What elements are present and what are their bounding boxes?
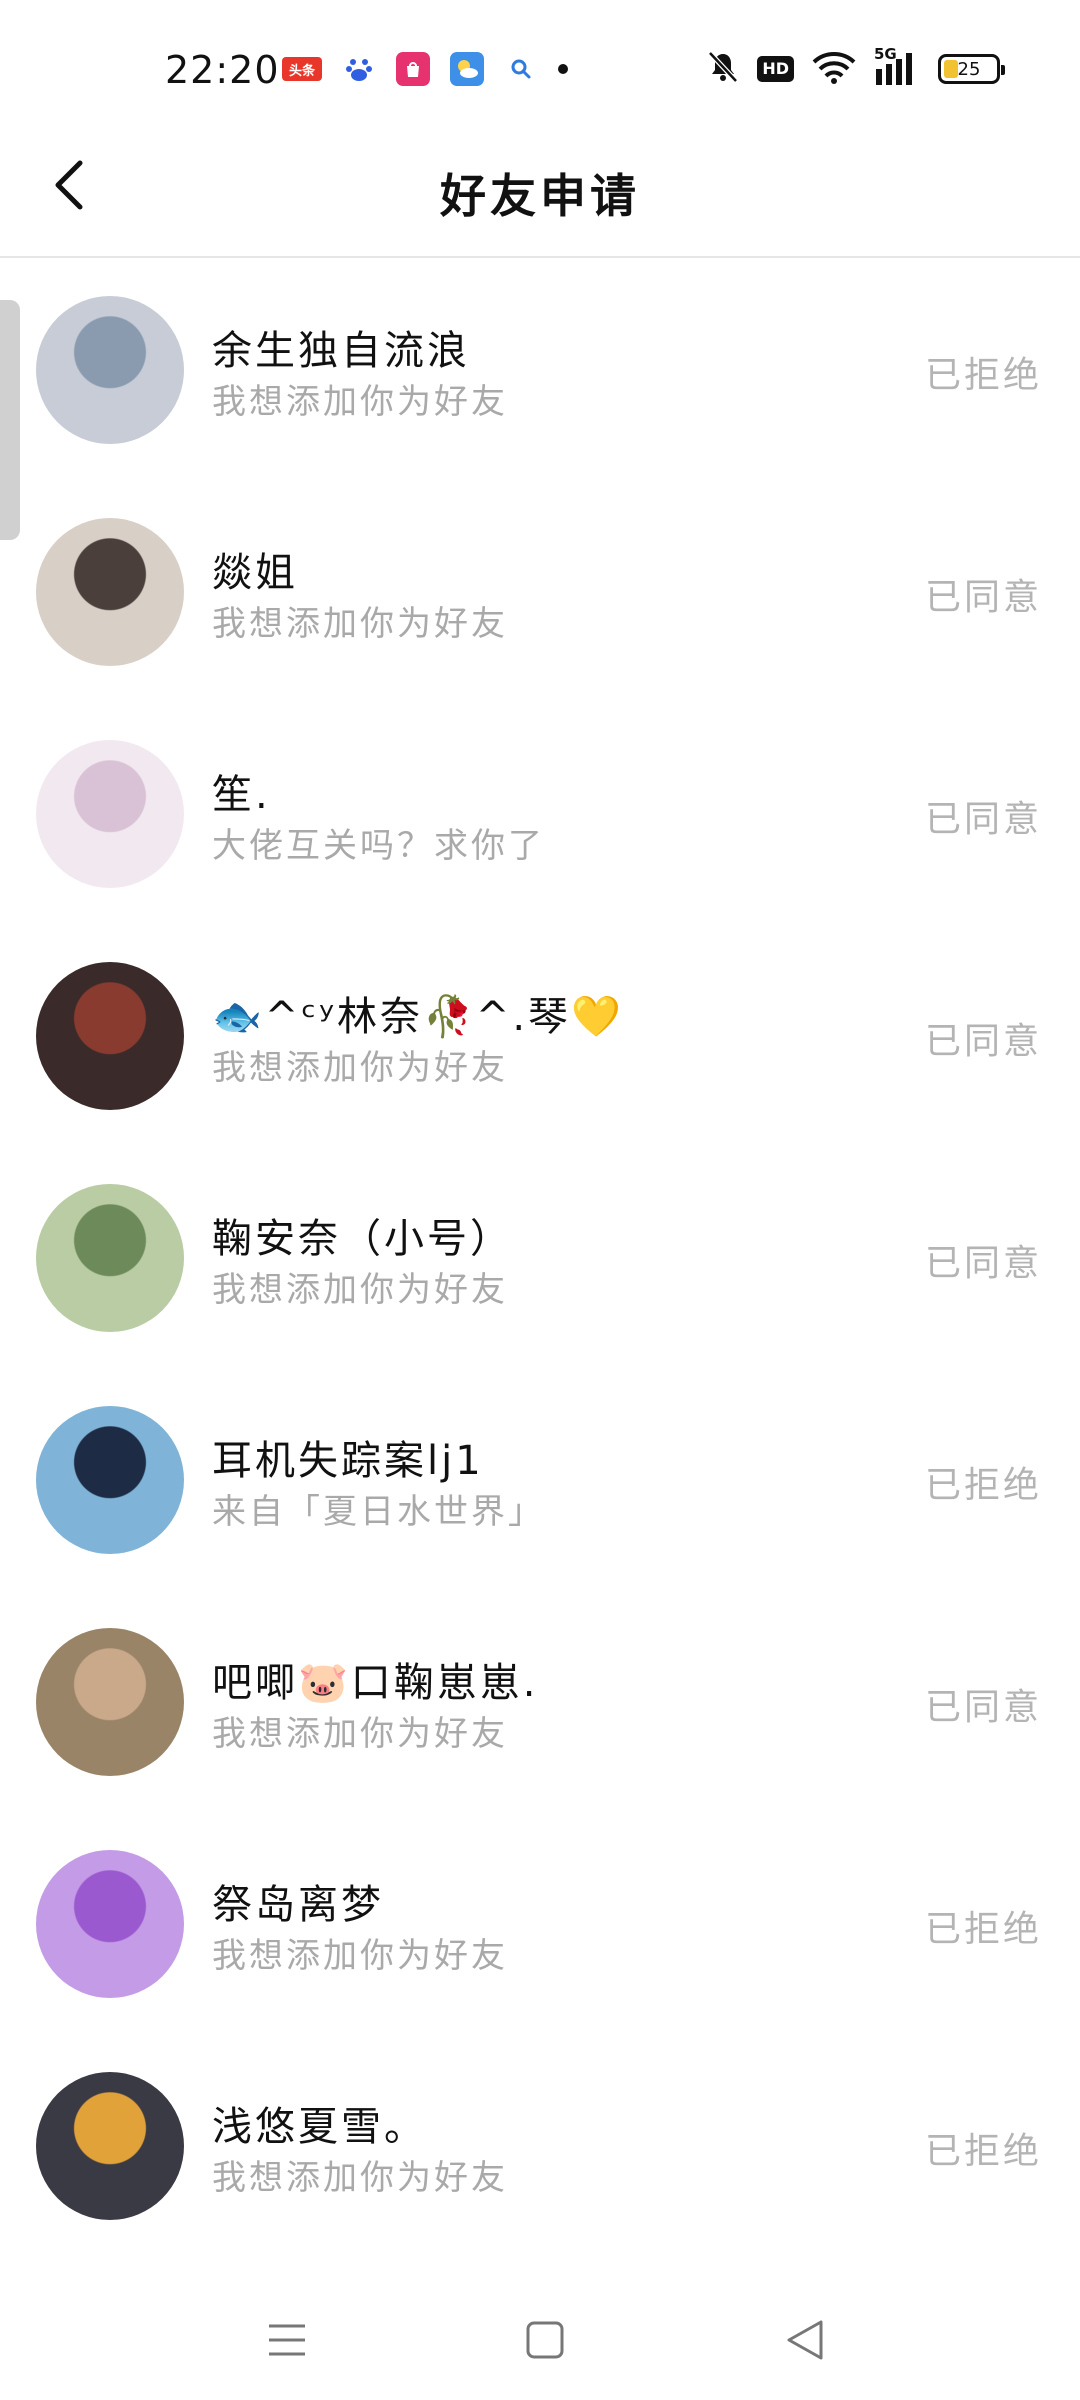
avatar[interactable]	[36, 1406, 184, 1554]
avatar[interactable]	[36, 1184, 184, 1332]
request-status: 已同意	[924, 577, 1042, 618]
requester-name: 笙.	[212, 772, 271, 818]
friend-request-item[interactable]: 燚姐 我想添加你为好友 已同意	[0, 480, 1080, 702]
request-status: 已拒绝	[924, 355, 1042, 396]
system-icons: HD 5G 25	[707, 45, 1005, 88]
request-message: 我想添加你为好友	[212, 604, 508, 644]
request-message: 来自「夏日水世界」	[212, 1492, 545, 1532]
friend-request-item[interactable]: 耳机失踪案lj1 来自「夏日水世界」 已拒绝	[0, 1368, 1080, 1590]
request-message: 我想添加你为好友	[212, 2158, 508, 2198]
search-app-icon	[504, 52, 538, 86]
battery-icon: 25	[938, 54, 1005, 84]
friend-request-item[interactable]: 浅悠夏雪。 我想添加你为好友 已拒绝	[0, 2034, 1080, 2256]
status-bar: 22:20 头条 HD 5G 25	[0, 0, 1080, 140]
cellular-signal-icon: 5G	[874, 45, 920, 87]
recent-apps-button[interactable]	[257, 2310, 317, 2370]
battery-level: 25	[957, 58, 981, 80]
avatar[interactable]	[36, 2072, 184, 2220]
request-status: 已拒绝	[924, 1465, 1042, 1506]
requester-name: 鞠安奈（小号）	[212, 1216, 513, 1262]
request-message: 我想添加你为好友	[212, 1714, 508, 1754]
system-nav-bar	[0, 2280, 1080, 2400]
friend-request-item[interactable]: 余生独自流浪 我想添加你为好友 已拒绝	[0, 258, 1080, 480]
request-message: 我想添加你为好友	[212, 1270, 508, 1310]
friend-request-item[interactable]: 吧唧🐷口鞠崽崽. 我想添加你为好友 已同意	[0, 1590, 1080, 1812]
request-status: 已同意	[924, 1687, 1042, 1728]
wifi-icon	[812, 50, 856, 88]
request-message: 我想添加你为好友	[212, 1936, 508, 1976]
weather-icon	[450, 52, 484, 86]
requester-name: 燚姐	[212, 550, 298, 596]
request-status: 已拒绝	[924, 1909, 1042, 1950]
requester-name: 耳机失踪案lj1	[212, 1438, 484, 1484]
home-button[interactable]	[515, 2310, 575, 2370]
request-message: 我想添加你为好友	[212, 382, 508, 422]
friend-request-item[interactable]: 祭岛离梦 我想添加你为好友 已拒绝	[0, 1812, 1080, 2034]
requester-name: 吧唧🐷口鞠崽崽.	[212, 1660, 539, 1706]
avatar[interactable]	[36, 1628, 184, 1776]
requester-name: 🐟^ᶜʸ林奈🥀^.琴💛	[212, 994, 624, 1040]
request-status: 已同意	[924, 1243, 1042, 1284]
friend-request-list: 余生独自流浪 我想添加你为好友 已拒绝 燚姐 我想添加你为好友 已同意 笙. 大…	[0, 258, 1080, 2256]
requester-name: 余生独自流浪	[212, 328, 470, 374]
status-time: 22:20	[165, 48, 280, 92]
request-status: 已同意	[924, 799, 1042, 840]
menu-icon	[269, 2324, 305, 2356]
mute-bell-icon	[707, 50, 739, 88]
request-message: 我想添加你为好友	[212, 1048, 508, 1088]
requester-name: 祭岛离梦	[212, 1882, 384, 1928]
avatar[interactable]	[36, 296, 184, 444]
friend-request-item[interactable]: 鞠安奈（小号） 我想添加你为好友 已同意	[0, 1146, 1080, 1368]
back-triangle-icon	[787, 2320, 823, 2360]
friend-request-item[interactable]: 🐟^ᶜʸ林奈🥀^.琴💛 我想添加你为好友 已同意	[0, 924, 1080, 1146]
avatar[interactable]	[36, 518, 184, 666]
hd-badge: HD	[757, 56, 794, 82]
avatar[interactable]	[36, 962, 184, 1110]
avatar[interactable]	[36, 1850, 184, 1998]
more-notifications-dot	[558, 64, 568, 74]
notification-icons: 头条	[282, 52, 568, 86]
baidu-icon	[342, 52, 376, 86]
request-message: 大佬互关吗？求你了	[212, 826, 545, 866]
avatar[interactable]	[36, 740, 184, 888]
friend-request-item[interactable]: 笙. 大佬互关吗？求你了 已同意	[0, 702, 1080, 924]
header: 好友申请	[0, 120, 1080, 258]
shop-app-icon	[396, 52, 430, 86]
battery-fill	[944, 60, 958, 78]
request-status: 已同意	[924, 1021, 1042, 1062]
back-nav-button[interactable]	[775, 2310, 835, 2370]
request-status: 已拒绝	[924, 2131, 1042, 2172]
page-title: 好友申请	[440, 169, 640, 223]
requester-name: 浅悠夏雪。	[212, 2104, 427, 2150]
home-icon	[526, 2321, 564, 2359]
toutiao-icon: 头条	[282, 57, 322, 81]
friend-requests-screen: 22:20 头条 HD 5G 25 好友申请 余生独自流浪 我想添加你为好友 已…	[0, 0, 1080, 2400]
